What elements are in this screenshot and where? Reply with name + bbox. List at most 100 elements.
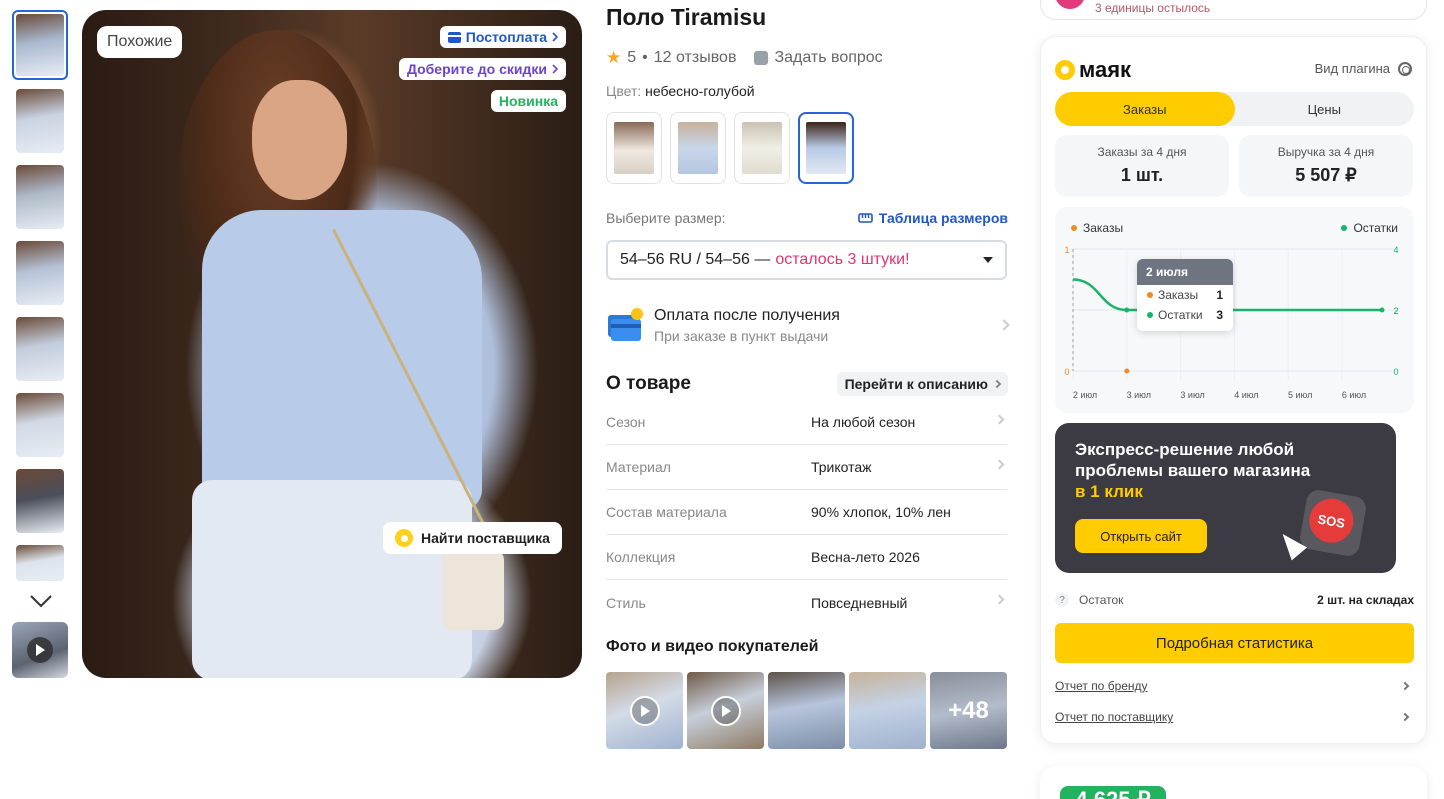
color-swatch[interactable] <box>734 112 790 184</box>
new-badge: Новинка <box>490 90 566 112</box>
goto-description-label: Перейти к описанию <box>844 376 988 392</box>
property-value: На любой сезон <box>811 414 916 430</box>
tab-orders[interactable]: Заказы <box>1055 92 1235 126</box>
mayak-icon <box>395 529 413 547</box>
rating-value: 5 <box>627 49 637 66</box>
promo-line: проблемы вашего магазина <box>1075 461 1311 480</box>
customer-photo[interactable] <box>768 672 845 749</box>
thumbnail[interactable] <box>16 165 64 229</box>
color-row: Цвет: небесно-голубой <box>606 83 755 99</box>
pay-after-receipt[interactable]: Оплата после получения При заказе в пунк… <box>606 302 1010 348</box>
stat-value: 5 507 ₽ <box>1295 165 1357 185</box>
series-point <box>1124 368 1130 374</box>
property-key: Материал <box>606 459 671 475</box>
series-point <box>1124 307 1130 313</box>
thumbnail[interactable] <box>16 545 64 581</box>
tab-prices[interactable]: Цены <box>1235 92 1415 126</box>
y-left-tick: 1 <box>1064 245 1069 255</box>
previous-card-stub: 3 единицы остылось <box>1040 0 1427 20</box>
thumbnail-image <box>16 241 64 305</box>
thumbnail[interactable] <box>16 241 64 305</box>
postpay-badge[interactable]: Постоплата <box>439 26 566 48</box>
mayak-plugin-panel: маяк Вид плагина Заказы Цены Заказы за 4… <box>1040 36 1427 744</box>
tooltip-row-stock: Остатки 3 <box>1137 305 1233 325</box>
promo-line-accent: в 1 клик <box>1075 482 1143 501</box>
customer-video[interactable] <box>687 672 764 749</box>
property-key: Состав материала <box>606 504 727 520</box>
gear-icon <box>1398 61 1412 76</box>
play-icon <box>629 695 660 726</box>
x-tick: 3 июл <box>1180 390 1204 400</box>
brand-report-label: Отчет по бренду <box>1055 679 1148 693</box>
product-main-photo[interactable]: Похожие Постоплата Доберите до скидки Но… <box>82 10 582 678</box>
color-swatches <box>606 112 854 184</box>
detailed-stats-button[interactable]: Подробная статистика <box>1055 623 1414 663</box>
customer-photo[interactable] <box>849 672 926 749</box>
avatar <box>1055 0 1085 9</box>
price-badge: 4 625 ₽ <box>1060 786 1166 799</box>
sos-button-icon: SOS <box>1298 488 1368 558</box>
property-row[interactable]: Сезон На любой сезон <box>606 400 1007 445</box>
mayak-logo-text: маяк <box>1079 57 1132 82</box>
property-row[interactable]: Стиль Повседневный <box>606 580 1007 625</box>
thumbnail-image <box>16 89 64 153</box>
help-icon[interactable]: ? <box>1055 593 1069 607</box>
swatch-image <box>614 122 654 174</box>
property-key: Стиль <box>606 594 646 611</box>
stock-warning: осталось 3 штуки! <box>775 251 910 268</box>
property-row: Состав материала 90% хлопок, 10% лен <box>606 490 1007 535</box>
photo-bag <box>442 550 504 630</box>
color-value: небесно-голубой <box>645 83 755 99</box>
customer-video[interactable] <box>606 672 683 749</box>
stat-orders: Заказы за 4 дня 1 шт. <box>1055 135 1229 197</box>
chart-tooltip: 2 июля Заказы 1 Остатки 3 <box>1137 259 1233 331</box>
open-site-button[interactable]: Открыть сайт <box>1075 519 1207 553</box>
chevron-down-icon[interactable] <box>28 590 54 612</box>
find-supplier-label: Найти поставщика <box>421 530 550 546</box>
sos-label: SOS <box>1305 495 1357 547</box>
goto-description-button[interactable]: Перейти к описанию <box>836 372 1008 396</box>
plugin-view-button[interactable]: Вид плагина <box>1315 61 1412 76</box>
brand-report-link[interactable]: Отчет по бренду <box>1055 679 1414 693</box>
product-title: Поло Tiramisu <box>606 4 767 30</box>
chevron-right-icon <box>998 319 1010 331</box>
color-swatch[interactable] <box>670 112 726 184</box>
promo-text: Экспресс-решение любой проблемы вашего м… <box>1075 439 1310 502</box>
thumbnail[interactable] <box>16 469 64 533</box>
promo-banner[interactable]: Экспресс-решение любой проблемы вашего м… <box>1055 423 1396 573</box>
thumbnail[interactable] <box>12 10 68 80</box>
tooltip-date: 2 июля <box>1137 259 1233 285</box>
supplier-report-link[interactable]: Отчет по поставщику <box>1055 710 1414 724</box>
stat-label: Заказы за 4 дня <box>1097 145 1187 159</box>
ask-question-button[interactable]: Задать вопрос <box>754 49 883 67</box>
chevron-right-icon <box>994 594 1005 605</box>
property-row[interactable]: Материал Трикотаж <box>606 445 1007 490</box>
stock-label: Остаток <box>1079 593 1124 607</box>
find-supplier-button[interactable]: Найти поставщика <box>383 522 562 554</box>
reviews-link[interactable]: 12 отзывов <box>654 49 737 67</box>
supplier-report-label: Отчет по поставщику <box>1055 710 1174 724</box>
series-point <box>1379 307 1385 313</box>
x-tick: 3 июл <box>1127 390 1151 400</box>
size-table-label: Таблица размеров <box>878 210 1008 226</box>
customer-photos-more[interactable]: +48 <box>930 672 1007 749</box>
discount-badge[interactable]: Доберите до скидки <box>398 58 566 80</box>
mayak-logo: маяк <box>1055 57 1131 83</box>
thumbnail[interactable] <box>16 89 64 153</box>
color-swatch-selected[interactable] <box>798 112 854 184</box>
thumbnail[interactable] <box>16 393 64 457</box>
y-left-tick: 0 <box>1064 367 1069 377</box>
color-label: Цвет: <box>606 83 642 99</box>
size-table-link[interactable]: Таблица размеров <box>857 210 1008 226</box>
size-select[interactable]: 54–56 RU / 54–56 — осталось 3 штуки! <box>606 240 1007 280</box>
thumbnail[interactable] <box>16 317 64 381</box>
color-swatch[interactable] <box>606 112 662 184</box>
y-right-tick: 0 <box>1393 367 1398 377</box>
similar-button[interactable]: Похожие <box>97 26 183 58</box>
chart-plot[interactable]: 104202 июл 3 июл 3 июл 4 июл 5 июл 6 июл2 <box>1055 207 1414 413</box>
chevron-right-icon <box>552 64 558 74</box>
photo-skirt <box>192 480 472 678</box>
video-thumbnail[interactable] <box>12 622 68 678</box>
play-icon <box>710 695 741 726</box>
photo-face <box>252 80 347 200</box>
